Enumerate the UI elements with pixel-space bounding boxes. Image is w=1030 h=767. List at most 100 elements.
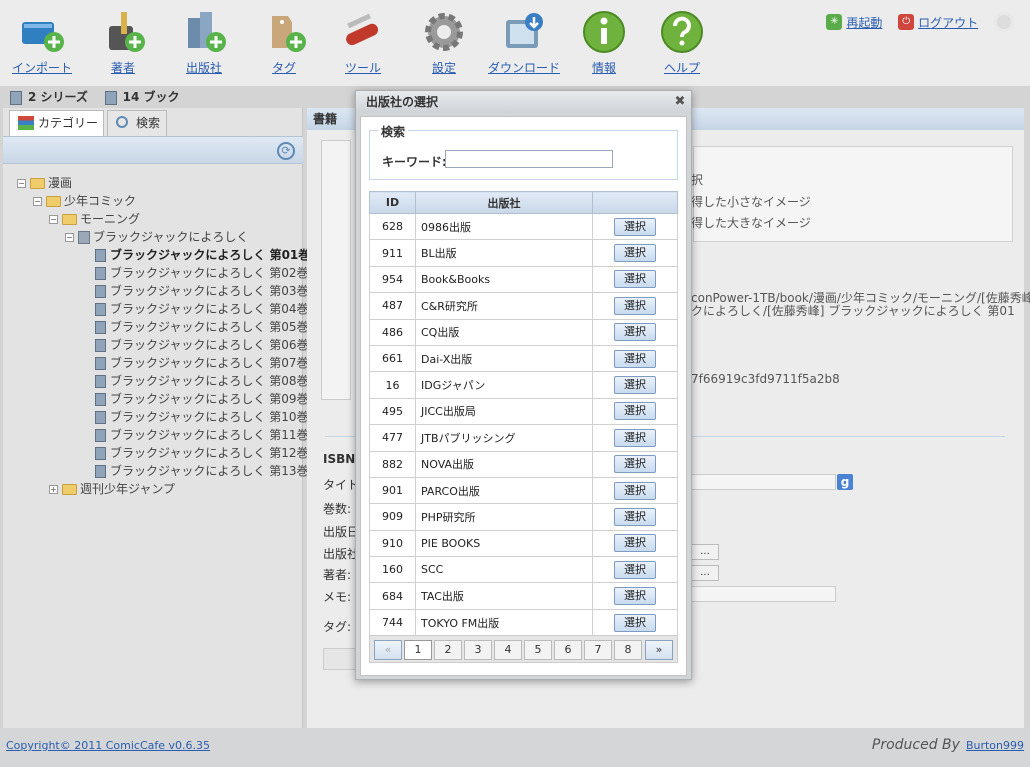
publisher-name: CQ出版 — [415, 318, 593, 346]
tree-node-book[interactable]: ブラックジャックによろしく 第13巻 — [95, 462, 309, 480]
book-icon — [95, 357, 106, 370]
tree-node-label: ブラックジャックによろしく 第02巻 — [110, 266, 309, 280]
tree-node-book[interactable]: ブラックジャックによろしく 第06巻 — [95, 336, 309, 354]
toolbar-help-button[interactable]: ヘルプ — [646, 6, 718, 80]
select-button[interactable]: 選択 — [614, 534, 656, 553]
copyright-link[interactable]: Copyright© 2011 ComicCafe v0.6.35 — [6, 739, 210, 752]
tree-node-book[interactable]: ブラックジャックによろしく 第03巻 — [95, 282, 309, 300]
pagination-page[interactable]: 5 — [524, 640, 552, 660]
select-cell: 選択 — [592, 503, 678, 531]
select-button[interactable]: 選択 — [614, 613, 656, 632]
tree-node-book[interactable]: ブラックジャックによろしく 第07巻 — [95, 354, 309, 372]
select-button[interactable]: 選択 — [614, 270, 656, 289]
pagination-page[interactable]: 7 — [584, 640, 612, 660]
tree-node-magazine[interactable]: − モーニング — [49, 210, 140, 228]
tree-node-book[interactable]: ブラックジャックによろしく 第12巻 — [95, 444, 309, 462]
select-button[interactable]: 選択 — [614, 507, 656, 526]
publisher-name: PIE BOOKS — [415, 529, 593, 558]
select-button[interactable]: 選択 — [614, 587, 656, 606]
toolbar-author-button[interactable]: 著者 — [87, 6, 159, 80]
toolbar-publisher-button[interactable]: 出版社 — [168, 6, 240, 80]
settings-gear-icon — [420, 8, 468, 56]
tab-category[interactable]: カテゴリー — [9, 110, 104, 136]
close-icon[interactable]: ✖ — [673, 95, 687, 109]
tree-node-book[interactable]: ブラックジャックによろしく 第05巻 — [95, 318, 309, 336]
logout-link[interactable]: ログアウト — [918, 16, 978, 30]
select-button[interactable]: 選択 — [614, 481, 656, 500]
pagination-page[interactable]: 1 — [404, 640, 432, 660]
pagination-page[interactable]: 6 — [554, 640, 582, 660]
select-cell: 選択 — [592, 476, 678, 505]
toolbar-tools-label: ツール — [344, 61, 381, 75]
toolbar-import-button[interactable]: インポート — [6, 6, 78, 80]
book-icon — [95, 411, 106, 424]
publisher-id: 487 — [369, 292, 416, 320]
toolbar-info-label: 情報 — [591, 61, 616, 75]
expand-toggle-icon[interactable]: + — [49, 485, 58, 494]
publisher-table: ID 出版社 628 0986出版 選択 911 BL出版 選択 954 Book&Books… — [369, 191, 678, 637]
logout-icon: ⏻ — [898, 14, 915, 30]
pagination-page[interactable]: 8 — [614, 640, 642, 660]
tree-node-series[interactable]: − ブラックジャックによろしく — [65, 228, 248, 246]
toolbar-tools-button[interactable]: ツール — [327, 6, 399, 80]
restart-link[interactable]: 再起動 — [846, 16, 882, 30]
memo-label: メモ: — [323, 590, 352, 604]
keyword-input[interactable] — [445, 150, 613, 168]
pagination-prev-button[interactable]: « — [374, 640, 402, 660]
series-icon — [78, 231, 90, 244]
tree-node-book[interactable]: ブラックジャックによろしく 第01巻 — [95, 246, 310, 264]
refresh-icon[interactable]: ⟳ — [277, 142, 295, 160]
pagination-page[interactable]: 3 — [464, 640, 492, 660]
select-button[interactable]: 選択 — [614, 560, 656, 579]
publisher-picker-button[interactable]: ... — [691, 544, 719, 560]
memo-input[interactable] — [691, 586, 836, 602]
select-cell: 選択 — [592, 608, 678, 637]
publisher-name: C&R研究所 — [415, 292, 593, 320]
tree-node-other-magazine[interactable]: + 週刊少年ジャンプ — [49, 480, 175, 498]
select-button[interactable]: 選択 — [614, 296, 656, 315]
image-option-large[interactable]: 得した大きなイメージ — [691, 214, 811, 231]
pagination-page[interactable]: 4 — [494, 640, 522, 660]
collapse-toggle-icon[interactable]: − — [49, 215, 58, 224]
publisher-id: 486 — [369, 318, 416, 346]
tree-node-book[interactable]: ブラックジャックによろしく 第09巻 — [95, 390, 309, 408]
tree-node-book[interactable]: ブラックジャックによろしく 第11巻 — [95, 426, 309, 444]
select-button[interactable]: 選択 — [614, 244, 656, 263]
collapse-toggle-icon[interactable]: − — [65, 233, 74, 242]
collapse-toggle-icon[interactable]: − — [17, 179, 26, 188]
table-row: 628 0986出版 選択 — [369, 212, 678, 241]
toolbar-settings-button[interactable]: 設定 — [408, 6, 480, 80]
tab-search[interactable]: 検索 — [107, 110, 167, 136]
tree-node-genre[interactable]: − 少年コミック — [33, 192, 136, 210]
select-button[interactable]: 選択 — [614, 428, 656, 447]
author-picker-button[interactable]: ... — [691, 565, 719, 581]
tree-node-book[interactable]: ブラックジャックによろしく 第10巻 — [95, 408, 309, 426]
select-button[interactable]: 選択 — [614, 402, 656, 421]
pagination-next-button[interactable]: » — [645, 640, 673, 660]
toolbar-author-label: 著者 — [110, 61, 135, 75]
select-button[interactable]: 選択 — [614, 376, 656, 395]
tree-node-book[interactable]: ブラックジャックによろしく 第02巻 — [95, 264, 309, 282]
select-button[interactable]: 選択 — [614, 455, 656, 474]
tree-node-book[interactable]: ブラックジャックによろしく 第08巻 — [95, 372, 309, 390]
library-stats: 2 シリーズ 14 ブック — [10, 88, 180, 105]
select-button[interactable]: 選択 — [614, 217, 656, 236]
tree-node-book[interactable]: ブラックジャックによろしく 第04巻 — [95, 300, 309, 318]
select-button[interactable]: 選択 — [614, 323, 656, 342]
collapse-toggle-icon[interactable]: − — [33, 197, 42, 206]
tree-node-label: ブラックジャックによろしく — [93, 230, 249, 244]
column-header-id[interactable]: ID — [369, 191, 416, 214]
image-option-small[interactable]: 得した小さなイメージ — [691, 193, 811, 210]
toolbar-info-button[interactable]: 情報 — [568, 6, 640, 80]
select-button[interactable]: 選択 — [614, 349, 656, 368]
toolbar-download-button[interactable]: ダウンロード — [488, 6, 560, 80]
folder-icon — [46, 196, 61, 207]
series-icon — [10, 90, 22, 105]
tree-node-root[interactable]: − 漫画 — [17, 174, 72, 192]
toolbar-tag-button[interactable]: タグ — [248, 6, 320, 80]
column-header-publisher[interactable]: 出版社 — [415, 191, 593, 214]
title-input[interactable] — [691, 474, 836, 490]
pagination-page[interactable]: 2 — [434, 640, 462, 660]
google-search-icon[interactable]: g — [837, 474, 853, 490]
author-link[interactable]: Burton999 — [966, 739, 1024, 752]
